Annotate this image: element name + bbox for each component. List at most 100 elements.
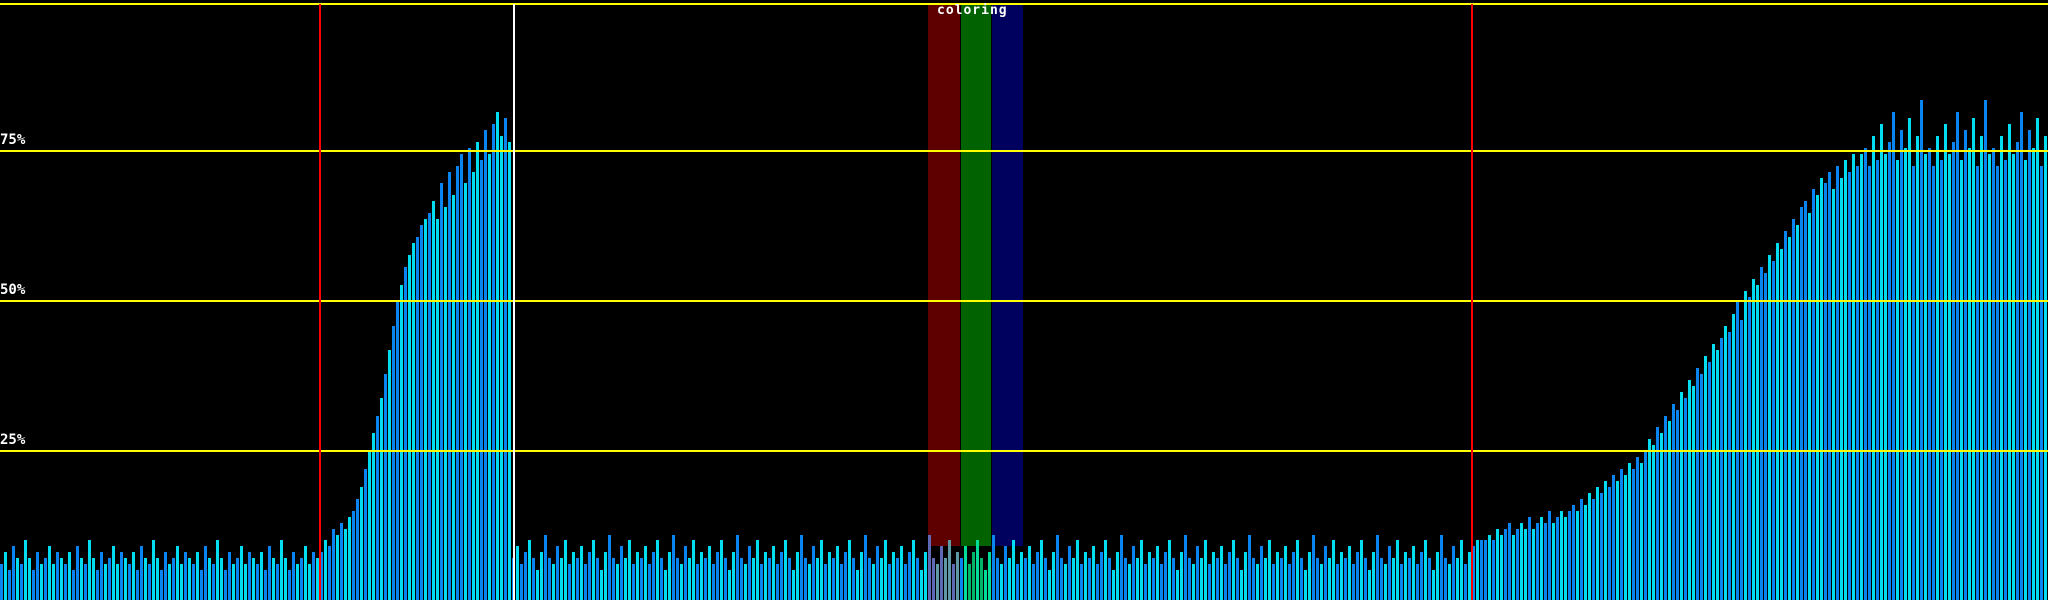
histogram-bar: [92, 558, 95, 600]
histogram-bar: [1960, 160, 1963, 600]
histogram-bar: [28, 558, 31, 600]
histogram-bar: [240, 546, 243, 600]
histogram-bar: [672, 535, 675, 600]
histogram-bar: [160, 570, 163, 600]
histogram-bar: [1500, 535, 1503, 600]
histogram-bar: [748, 546, 751, 600]
histogram-bar: [932, 558, 935, 600]
histogram-bar: [340, 523, 343, 600]
histogram-bar: [1252, 558, 1255, 600]
histogram-bar: [836, 546, 839, 600]
histogram-bar: [1532, 529, 1535, 600]
histogram-bar: [2016, 142, 2019, 600]
histogram-bar: [1264, 558, 1267, 600]
histogram-bar: [1620, 469, 1623, 600]
histogram-bar: [1988, 154, 1991, 600]
histogram-bar: [980, 558, 983, 600]
histogram-bar: [1516, 529, 1519, 600]
histogram-bar: [1236, 558, 1239, 600]
histogram-bar: [1064, 564, 1067, 600]
histogram-bar: [2008, 124, 2011, 600]
gridline-75pct: [0, 150, 2048, 152]
histogram-bar: [900, 546, 903, 600]
histogram-bar: [1712, 344, 1715, 600]
histogram-bar: [252, 558, 255, 600]
histogram-bar: [1616, 481, 1619, 600]
histogram-bar: [972, 552, 975, 600]
histogram-bar: [572, 552, 575, 600]
histogram-bar: [720, 540, 723, 600]
histogram-bar: [1752, 279, 1755, 600]
histogram-bar: [1384, 564, 1387, 600]
histogram-bar: [1092, 546, 1095, 600]
histogram-bar: [1152, 558, 1155, 600]
playhead-marker[interactable]: [513, 4, 515, 600]
histogram-bar: [136, 570, 139, 600]
histogram-bar: [1520, 523, 1523, 600]
histogram-bar: [1436, 552, 1439, 600]
histogram-bar: [740, 558, 743, 600]
histogram-bar: [1224, 564, 1227, 600]
histogram-bar: [1392, 558, 1395, 600]
histogram-bar: [1324, 546, 1327, 600]
histogram-bar: [912, 540, 915, 600]
histogram-bar: [1872, 136, 1875, 600]
histogram-bar: [876, 546, 879, 600]
histogram-bar: [408, 255, 411, 600]
histogram-bar: [832, 558, 835, 600]
histogram-bar: [1248, 535, 1251, 600]
histogram-bar: [1048, 570, 1051, 600]
histogram-bar: [1336, 564, 1339, 600]
histogram-bar: [44, 558, 47, 600]
histogram-bar: [1076, 540, 1079, 600]
histogram-bar: [132, 552, 135, 600]
histogram-bar: [1644, 451, 1647, 600]
histogram-bar: [1332, 540, 1335, 600]
histogram-bar: [1724, 326, 1727, 600]
histogram-bar: [388, 350, 391, 600]
histogram-bar: [40, 564, 43, 600]
histogram-bar: [708, 546, 711, 600]
histogram-bar: [432, 201, 435, 600]
histogram-bar: [640, 558, 643, 600]
histogram-bar: [1688, 380, 1691, 600]
histogram-bar: [124, 558, 127, 600]
histogram-bar: [1924, 154, 1927, 600]
histogram-bar: [956, 552, 959, 600]
histogram-bar: [808, 564, 811, 600]
histogram-bar: [288, 570, 291, 600]
histogram-bar: [1976, 166, 1979, 600]
histogram-bar: [788, 558, 791, 600]
histogram-bar: [940, 546, 943, 600]
section-marker: [319, 4, 321, 600]
histogram-bar: [228, 552, 231, 600]
histogram-bar: [584, 564, 587, 600]
histogram-bar: [1676, 410, 1679, 600]
histogram-bar: [1708, 362, 1711, 600]
histogram-bar: [364, 469, 367, 600]
histogram-bar: [1936, 136, 1939, 600]
histogram-bar: [1060, 558, 1063, 600]
histogram-bar: [1844, 160, 1847, 600]
histogram-bar: [444, 207, 447, 600]
histogram-bar: [328, 546, 331, 600]
histogram-bar: [568, 564, 571, 600]
histogram-bar: [1204, 540, 1207, 600]
histogram-bar: [764, 552, 767, 600]
histogram-bar: [1696, 368, 1699, 600]
histogram-bar: [732, 552, 735, 600]
histogram-bar: [1488, 535, 1491, 600]
histogram-bar: [1848, 172, 1851, 600]
histogram-bar: [812, 546, 815, 600]
histogram-bar: [1636, 457, 1639, 600]
histogram-bar: [1932, 166, 1935, 600]
histogram-bar: [104, 564, 107, 600]
histogram-bar: [80, 558, 83, 600]
histogram-bar: [356, 499, 359, 600]
histogram-bar: [216, 540, 219, 600]
histogram-bar: [1172, 558, 1175, 600]
histogram-bar: [284, 558, 287, 600]
histogram-bar: [128, 564, 131, 600]
histogram-bar: [1728, 332, 1731, 600]
histogram-bar: [960, 558, 963, 600]
